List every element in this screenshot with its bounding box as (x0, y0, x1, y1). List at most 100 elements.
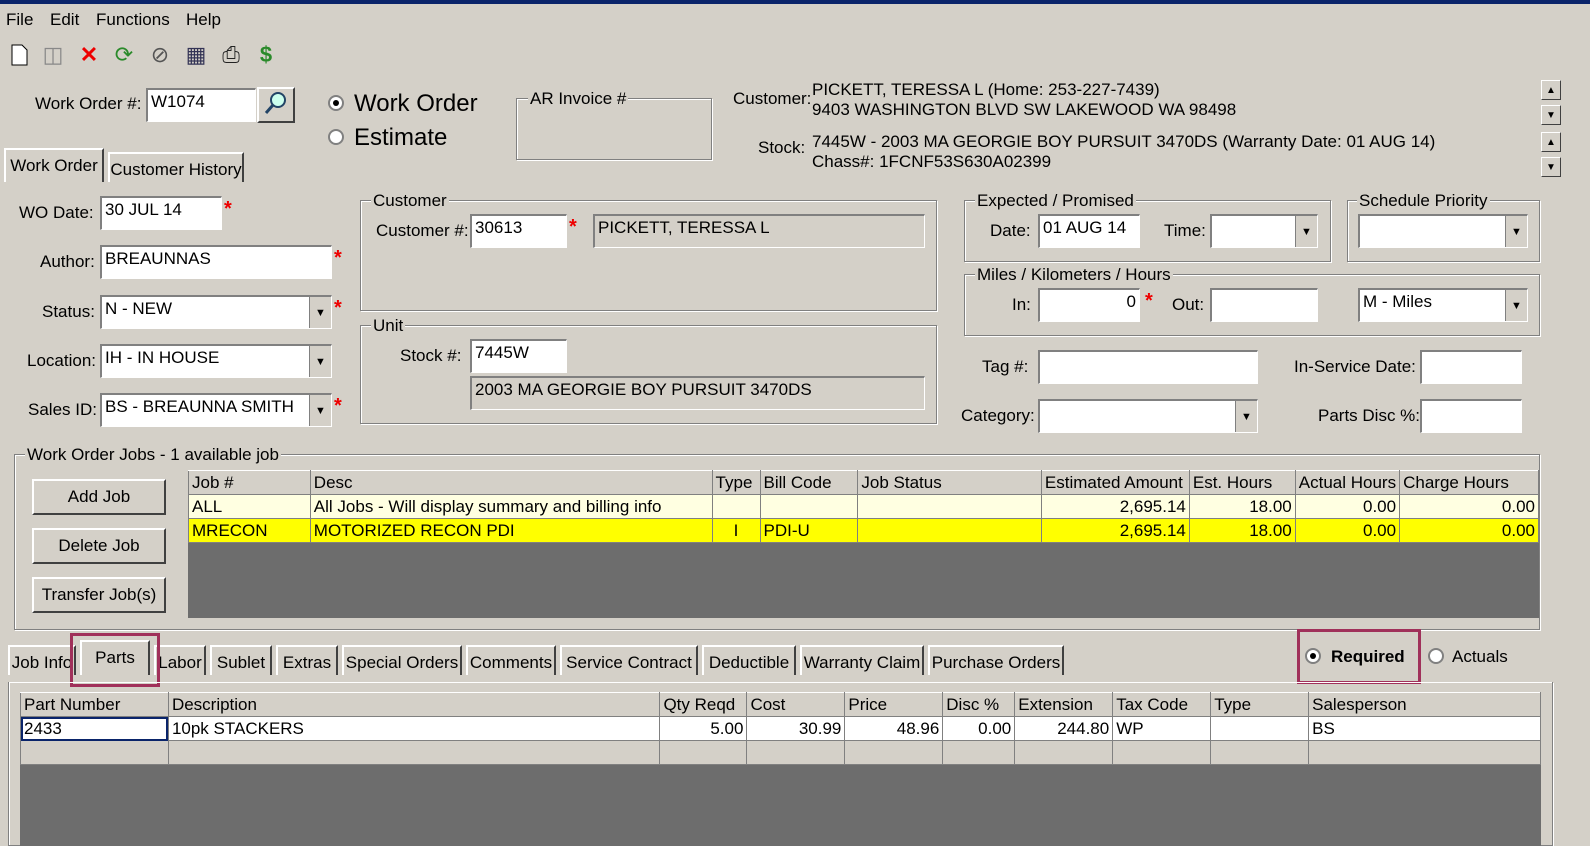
table-cell[interactable]: 10pk STACKERS (167, 716, 661, 741)
menu-edit[interactable]: Edit (50, 10, 79, 30)
miles-out-field[interactable] (1210, 288, 1318, 322)
expected-time-select[interactable]: ▼ (1210, 214, 1318, 248)
table-cell[interactable] (20, 740, 169, 765)
new-icon[interactable] (6, 42, 32, 68)
tab-warranty-claim[interactable]: Warranty Claim (800, 645, 924, 675)
tab-sublet[interactable]: Sublet (210, 645, 272, 675)
column-header[interactable]: Actual Hours (1294, 470, 1401, 495)
column-header[interactable]: Charge Hours (1399, 470, 1539, 495)
delete-icon[interactable]: ✕ (76, 42, 102, 68)
chevron-down-icon[interactable]: ▼ (1235, 401, 1257, 432)
table-row[interactable]: ALL All Jobs - Will display summary and … (188, 494, 1539, 519)
column-header[interactable]: Description (167, 692, 661, 717)
report-icon[interactable]: ▦ (183, 42, 209, 68)
radio-actuals[interactable] (1428, 648, 1444, 664)
tab-customer-history[interactable]: Customer History (108, 152, 244, 182)
column-header[interactable]: Est. Hours (1188, 470, 1296, 495)
category-select[interactable]: ▼ (1038, 399, 1258, 433)
tab-comments[interactable]: Comments (466, 645, 556, 675)
column-header[interactable]: Bill Code (759, 470, 859, 495)
column-header[interactable]: Job Status (857, 470, 1042, 495)
part-number-cell[interactable]: 2433 (20, 716, 169, 741)
column-header[interactable]: Type (711, 470, 761, 495)
status-select[interactable]: N - NEW ▼ (100, 295, 332, 329)
stock-number-field[interactable]: 7445W (470, 339, 567, 373)
parts-disc-field[interactable] (1420, 399, 1522, 433)
column-header[interactable]: Disc % (942, 692, 1016, 717)
table-cell[interactable] (1210, 716, 1310, 741)
table-row-empty[interactable] (20, 740, 1541, 765)
expected-date-field[interactable]: 01 AUG 14 (1038, 214, 1140, 248)
column-header[interactable]: Estimated Amount (1040, 470, 1190, 495)
header-scroll-up[interactable]: ▲ (1541, 80, 1561, 100)
tab-service-contract[interactable]: Service Contract (560, 645, 698, 675)
save-icon[interactable]: ◫ (40, 42, 66, 68)
column-header[interactable]: Qty Reqd (659, 692, 748, 717)
table-cell[interactable] (942, 740, 1016, 765)
stock-scroll-up[interactable]: ▲ (1541, 132, 1561, 152)
tab-work-order[interactable]: Work Order (4, 148, 104, 182)
table-cell[interactable]: BS (1308, 716, 1541, 741)
radio-work-order[interactable] (328, 95, 344, 111)
sales-id-select[interactable]: BS - BREAUNNA SMITH ▼ (100, 393, 332, 427)
table-row-selected[interactable]: MRECON MOTORIZED RECON PDI I PDI-U 2,695… (188, 518, 1539, 543)
tab-extras[interactable]: Extras (276, 645, 338, 675)
table-cell[interactable] (1014, 740, 1114, 765)
chevron-down-icon[interactable]: ▼ (1295, 216, 1317, 247)
miles-unit-select[interactable]: M - Miles ▼ (1358, 288, 1528, 322)
table-cell[interactable]: 30.99 (746, 716, 846, 741)
column-header[interactable]: Type (1210, 692, 1310, 717)
chevron-down-icon[interactable]: ▼ (1505, 216, 1527, 247)
chevron-down-icon[interactable]: ▼ (309, 297, 331, 328)
table-cell[interactable]: WP (1112, 716, 1212, 741)
author-field[interactable]: BREAUNNAS (100, 245, 332, 279)
column-header[interactable]: Salesperson (1308, 692, 1541, 717)
table-cell[interactable] (1112, 740, 1212, 765)
customer-number-field[interactable]: 30613 (470, 214, 567, 248)
table-cell[interactable] (1308, 740, 1541, 765)
miles-in-field[interactable]: 0 (1038, 288, 1140, 322)
stock-scroll-down[interactable]: ▼ (1541, 157, 1561, 177)
wo-date-field[interactable]: 30 JUL 14 (100, 196, 222, 230)
column-header[interactable]: Desc (309, 470, 713, 495)
money-icon[interactable]: $ (253, 42, 279, 68)
table-cell[interactable] (746, 740, 846, 765)
print-icon[interactable]: ⎙ (218, 42, 244, 68)
column-header[interactable]: Part Number (20, 692, 169, 717)
chevron-down-icon[interactable]: ▼ (309, 395, 331, 426)
wo-number-field[interactable]: W1074 (146, 88, 256, 122)
chevron-down-icon[interactable]: ▼ (1505, 290, 1527, 321)
tab-special-orders[interactable]: Special Orders (342, 645, 462, 675)
column-header[interactable]: Extension (1014, 692, 1114, 717)
delete-job-button[interactable]: Delete Job (32, 528, 166, 564)
table-cell[interactable] (659, 740, 748, 765)
table-cell[interactable]: 0.00 (942, 716, 1016, 741)
tab-job-info[interactable]: Job Info (8, 645, 76, 675)
cancel-icon[interactable]: ⊘ (147, 42, 173, 68)
add-job-button[interactable]: Add Job (32, 479, 166, 515)
table-cell[interactable]: 48.96 (844, 716, 944, 741)
tag-field[interactable] (1038, 350, 1258, 384)
radio-estimate[interactable] (328, 129, 344, 145)
table-row[interactable]: 2433 10pk STACKERS 5.00 30.99 48.96 0.00… (20, 716, 1541, 741)
menu-file[interactable]: File (6, 10, 33, 30)
search-button[interactable] (257, 87, 295, 123)
tab-purchase-orders[interactable]: Purchase Orders (928, 645, 1064, 675)
table-cell[interactable] (1210, 740, 1310, 765)
refresh-icon[interactable]: ⟳ (111, 42, 137, 68)
menu-help[interactable]: Help (186, 10, 221, 30)
column-header[interactable]: Job # (188, 470, 311, 495)
header-scroll-down[interactable]: ▼ (1541, 105, 1561, 125)
schedule-priority-select[interactable]: ▼ (1358, 214, 1528, 248)
column-header[interactable]: Cost (746, 692, 846, 717)
chevron-down-icon[interactable]: ▼ (309, 346, 331, 377)
tab-deductible[interactable]: Deductible (702, 645, 796, 675)
table-cell[interactable] (167, 740, 661, 765)
column-header[interactable]: Price (844, 692, 944, 717)
location-select[interactable]: IH - IN HOUSE ▼ (100, 344, 332, 378)
column-header[interactable]: Tax Code (1112, 692, 1212, 717)
in-service-date-field[interactable] (1420, 350, 1522, 384)
transfer-jobs-button[interactable]: Transfer Job(s) (32, 577, 166, 613)
table-cell[interactable]: 5.00 (659, 716, 748, 741)
table-cell[interactable]: 244.80 (1014, 716, 1114, 741)
